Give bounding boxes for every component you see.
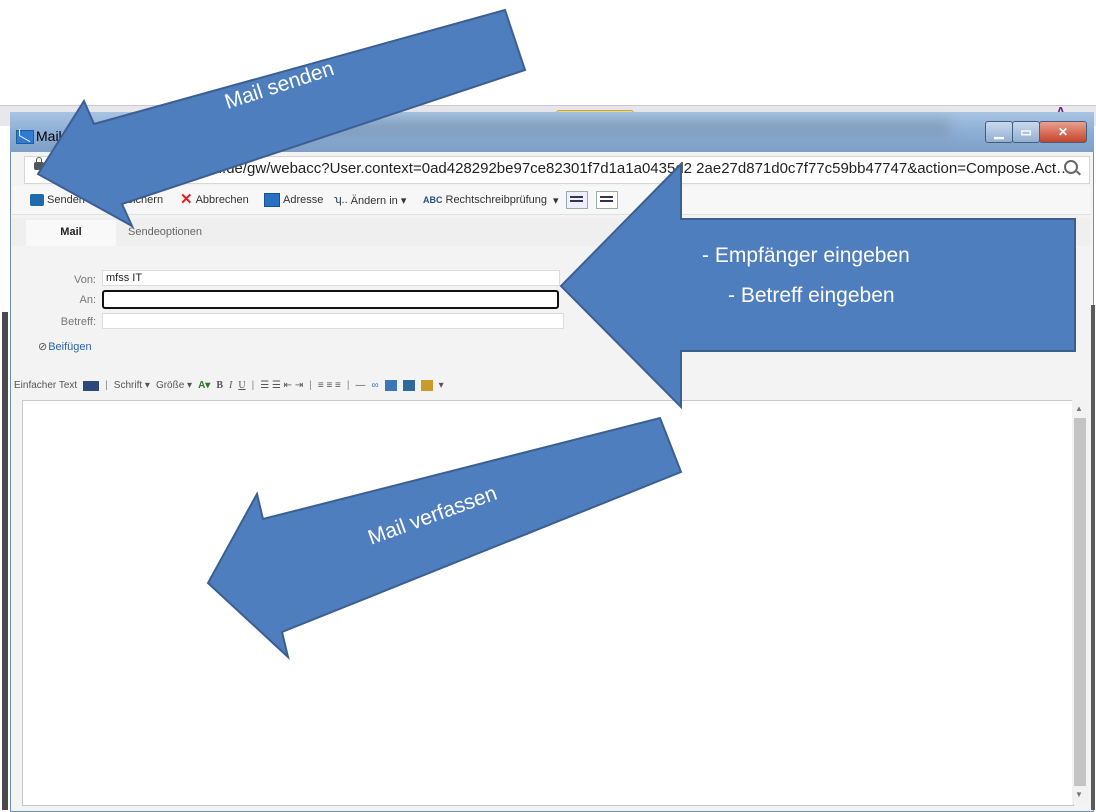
arrow-compose bbox=[206, 416, 683, 660]
annotation-subject: - Betreff eingeben bbox=[728, 284, 895, 307]
annotation-recipient: - Empfänger eingeben bbox=[702, 244, 910, 267]
annotation-overlay bbox=[36, 8, 1076, 660]
arrow-mail-send bbox=[36, 8, 527, 229]
